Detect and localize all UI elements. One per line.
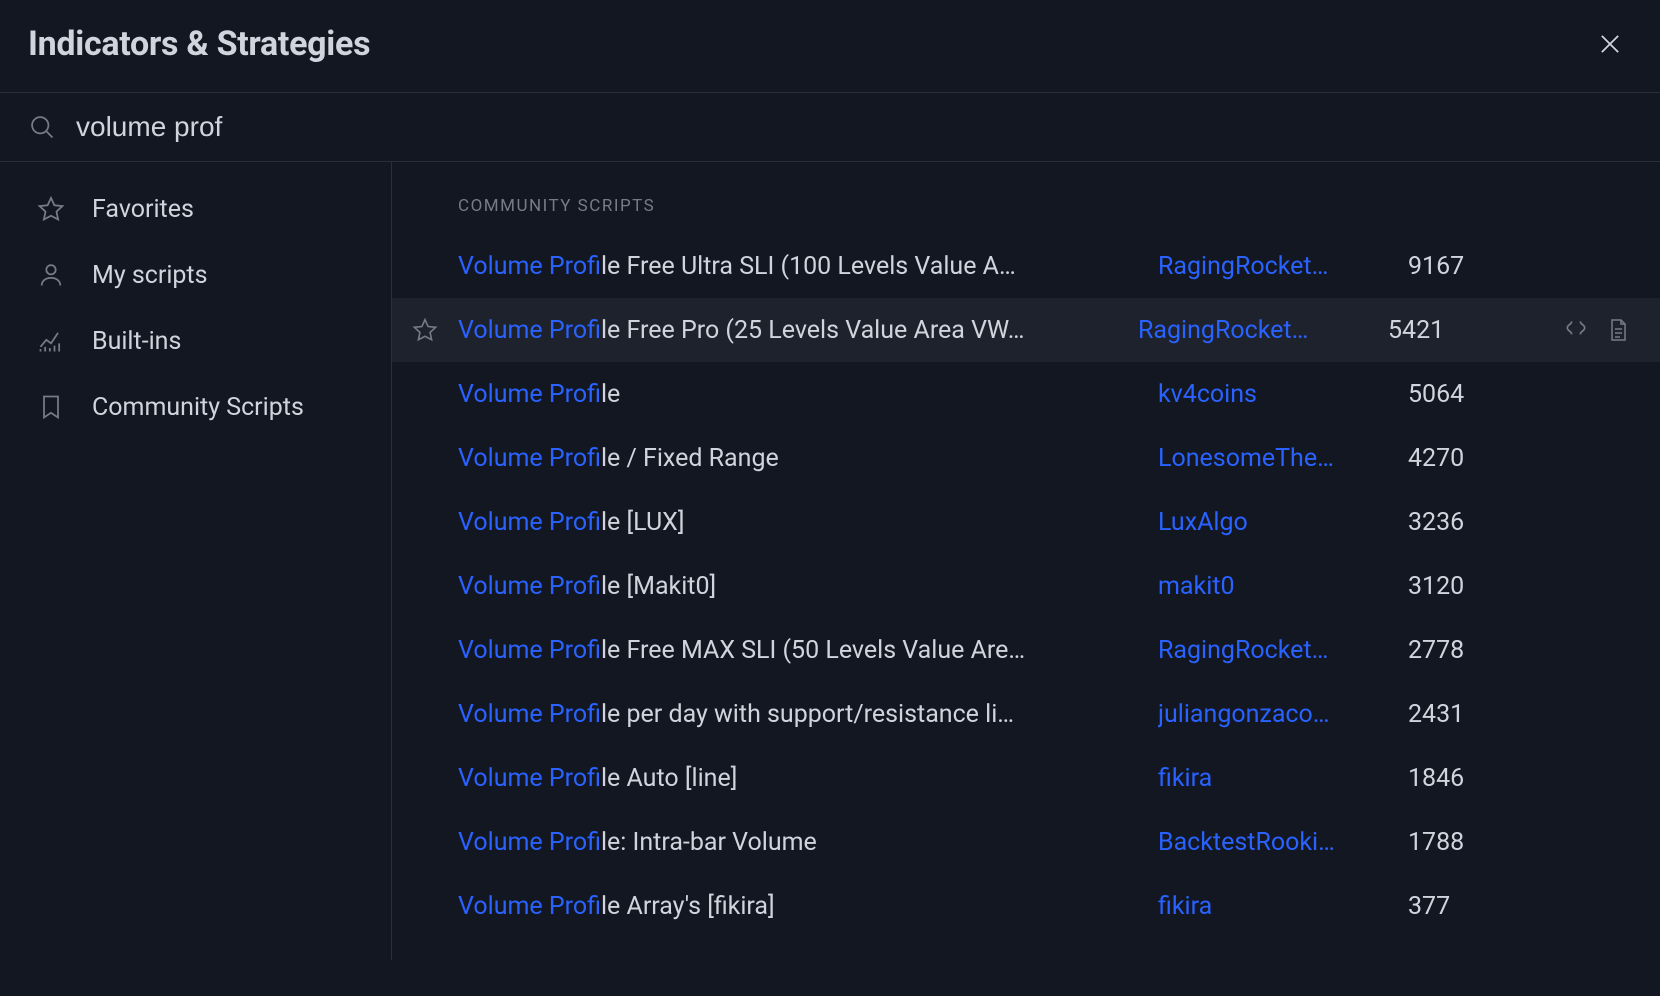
- sidebar-item-label: Built-ins: [92, 327, 181, 356]
- result-row[interactable]: Volume Profile Free MAX SLI (50 Levels V…: [392, 618, 1660, 682]
- result-author[interactable]: fikira: [1158, 764, 1408, 793]
- result-row[interactable]: Volume Profile [Makit0]makit03120: [392, 554, 1660, 618]
- result-count: 5421: [1388, 316, 1498, 345]
- result-row[interactable]: Volume Profilekv4coins5064: [392, 362, 1660, 426]
- star-icon: [36, 194, 66, 224]
- result-author[interactable]: kv4coins: [1158, 380, 1408, 409]
- result-row[interactable]: Volume Profile per day with support/resi…: [392, 682, 1660, 746]
- sidebar-item-label: Favorites: [92, 195, 194, 224]
- result-name: Volume Profile: [458, 380, 1158, 409]
- dialog-title: Indicators & Strategies: [28, 24, 370, 64]
- sidebar-item-community-scripts[interactable]: Community Scripts: [0, 374, 391, 440]
- result-name: Volume Profile [Makit0]: [458, 572, 1158, 601]
- search-input[interactable]: [76, 111, 1632, 143]
- bookmark-icon: [36, 392, 66, 422]
- results-panel: COMMUNITY SCRIPTS Volume Profile Free Ul…: [392, 162, 1660, 960]
- result-name: Volume Profile [LUX]: [458, 508, 1158, 537]
- result-row[interactable]: Volume Profile Array's [fikira]fikira377: [392, 874, 1660, 938]
- sidebar-item-my-scripts[interactable]: My scripts: [0, 242, 391, 308]
- result-name: Volume Profile: Intra-bar Volume: [458, 828, 1158, 857]
- close-button[interactable]: [1592, 26, 1628, 62]
- result-author[interactable]: RagingRocket…: [1138, 316, 1388, 345]
- sidebar: Favorites My scripts Built-ins Community Sc…: [0, 162, 392, 960]
- result-count: 3120: [1408, 572, 1518, 601]
- result-author[interactable]: LuxAlgo: [1158, 508, 1408, 537]
- result-name: Volume Profile Array's [fikira]: [458, 892, 1158, 921]
- close-icon: [1596, 30, 1624, 58]
- sidebar-item-favorites[interactable]: Favorites: [0, 176, 391, 242]
- result-author[interactable]: RagingRocket…: [1158, 636, 1408, 665]
- result-count: 2431: [1408, 700, 1518, 729]
- result-row[interactable]: Volume Profile Auto [line]fikira1846: [392, 746, 1660, 810]
- result-author[interactable]: fikira: [1158, 892, 1408, 921]
- result-row[interactable]: Volume Profile Free Pro (25 Levels Value…: [392, 298, 1660, 362]
- result-name: Volume Profile Free Pro (25 Levels Value…: [458, 316, 1138, 345]
- result-count: 377: [1408, 892, 1518, 921]
- result-count: 4270: [1408, 444, 1518, 473]
- result-author[interactable]: BacktestRooki…: [1158, 828, 1408, 857]
- sidebar-item-label: Community Scripts: [92, 393, 304, 422]
- result-row[interactable]: Volume Profile / Fixed RangeLonesomeThe……: [392, 426, 1660, 490]
- sidebar-item-label: My scripts: [92, 261, 208, 290]
- source-code-icon[interactable]: [1562, 316, 1590, 344]
- result-author[interactable]: LonesomeThe…: [1158, 444, 1408, 473]
- result-author[interactable]: juliangonzaco…: [1158, 700, 1408, 729]
- result-count: 1788: [1408, 828, 1518, 857]
- result-row[interactable]: Volume Profile [LUX]LuxAlgo3236: [392, 490, 1660, 554]
- sidebar-item-built-ins[interactable]: Built-ins: [0, 308, 391, 374]
- favorite-star[interactable]: [392, 317, 458, 343]
- result-count: 1846: [1408, 764, 1518, 793]
- document-icon[interactable]: [1604, 316, 1632, 344]
- search-icon: [28, 113, 56, 141]
- result-row[interactable]: Volume Profile: Intra-bar VolumeBacktest…: [392, 810, 1660, 874]
- result-author[interactable]: makit0: [1158, 572, 1408, 601]
- result-count: 2778: [1408, 636, 1518, 665]
- result-count: 5064: [1408, 380, 1518, 409]
- chart-icon: [36, 326, 66, 356]
- result-name: Volume Profile Auto [line]: [458, 764, 1158, 793]
- result-count: 3236: [1408, 508, 1518, 537]
- result-name: Volume Profile / Fixed Range: [458, 444, 1158, 473]
- result-name: Volume Profile per day with support/resi…: [458, 700, 1158, 729]
- result-name: Volume Profile Free MAX SLI (50 Levels V…: [458, 636, 1158, 665]
- section-heading: COMMUNITY SCRIPTS: [392, 188, 1660, 234]
- result-name: Volume Profile Free Ultra SLI (100 Level…: [458, 252, 1158, 281]
- user-icon: [36, 260, 66, 290]
- result-row[interactable]: Volume Profile Free Ultra SLI (100 Level…: [392, 234, 1660, 298]
- result-count: 9167: [1408, 252, 1518, 281]
- result-author[interactable]: RagingRocket…: [1158, 252, 1408, 281]
